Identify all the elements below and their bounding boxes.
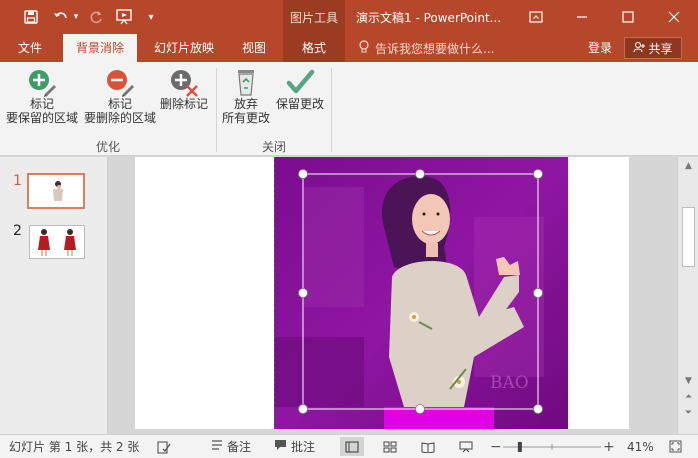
group-divider (331, 68, 332, 152)
tab-background-removal[interactable]: 背景消除 (63, 34, 137, 62)
spelling-check-icon[interactable] (157, 435, 171, 458)
discard-label-1: 放弃 (234, 97, 259, 111)
vertical-scrollbar[interactable]: ▲ ▼ ⏶ ⏷ (677, 157, 698, 434)
delete-mark-label: 删除标记 (160, 97, 209, 111)
ribbon-display-icon[interactable] (521, 4, 551, 30)
slide-sorter-view-icon[interactable] (378, 437, 402, 456)
mark-areas-to-remove-button[interactable]: 标记 要删除的区域 (84, 67, 156, 125)
resize-handle-left[interactable] (298, 288, 308, 298)
discard-all-changes-button[interactable]: 放弃 所有更改 (222, 67, 270, 125)
tell-me-box[interactable]: 告诉我您想要做什么... (358, 34, 494, 62)
plus-pencil-icon (29, 70, 56, 97)
keep-changes-label: 保留更改 (276, 97, 325, 111)
delete-mark-icon (171, 70, 198, 97)
save-icon[interactable] (20, 7, 42, 27)
document-title: 演示文稿1 - PowerPoint... (356, 11, 502, 25)
watermark-text: BAO (490, 373, 529, 393)
slide-thumbnail-1[interactable] (27, 173, 85, 209)
tell-me-text: 告诉我您想要做什么... (375, 41, 495, 56)
slide-thumbnail-pane: 1 2 (0, 157, 108, 434)
zoom-in-icon[interactable]: + (603, 435, 615, 458)
resize-handle-bottom-right[interactable] (533, 404, 543, 414)
slide-number-2: 2 (13, 223, 22, 239)
next-slide-icon[interactable]: ⏷ (682, 407, 695, 419)
tab-view[interactable]: 视图 (232, 34, 276, 62)
background-removal-photo[interactable]: BAO (274, 157, 568, 429)
scrollbar-thumb[interactable] (682, 207, 695, 267)
zoom-slider[interactable] (503, 435, 601, 458)
slide-1[interactable]: BAO (135, 157, 629, 429)
status-bar: 幻灯片 第 1 张，共 2 张 备注 批注 − + 41% (0, 434, 698, 458)
redo-icon (86, 7, 106, 27)
normal-view-icon[interactable] (340, 437, 364, 456)
mark-keep-label-2: 要保留的区域 (6, 111, 79, 125)
delete-mark-button[interactable]: 删除标记 (160, 67, 208, 111)
comments-button[interactable]: 批注 (274, 435, 315, 458)
slide-canvas: BAO (109, 157, 655, 434)
slide-count-indicator: 幻灯片 第 1 张，共 2 张 (9, 440, 140, 454)
previous-slide-icon[interactable]: ⏶ (682, 391, 695, 403)
context-group-label: 图片工具 (289, 11, 338, 25)
minus-pencil-icon (107, 70, 134, 97)
slide-number-1: 1 (13, 173, 22, 189)
login-link[interactable]: 登录 (588, 34, 612, 62)
resize-handle-bottom-left[interactable] (298, 404, 308, 414)
tab-format[interactable]: 格式 (283, 34, 345, 62)
mark-areas-to-keep-button[interactable]: 标记 要保留的区域 (6, 67, 78, 125)
fit-to-window-icon[interactable] (669, 435, 682, 458)
maximize-icon[interactable] (613, 4, 643, 30)
comment-icon (274, 439, 287, 454)
recycle-bin-icon (238, 70, 254, 96)
lightbulb-icon (358, 39, 370, 57)
minimize-icon[interactable] (567, 4, 597, 30)
zoom-out-icon[interactable]: − (490, 435, 502, 458)
undo-icon[interactable] (50, 7, 72, 27)
share-label: 共享 (648, 41, 673, 56)
customize-qat-icon[interactable]: ▾ (144, 7, 158, 27)
resize-handle-top[interactable] (415, 169, 425, 179)
image-boundary-dashed-line (274, 157, 275, 429)
powerpoint-window: ▾ ▾ 图片工具 演示文稿1 - PowerPoint... 文件 背景消除 幻… (0, 0, 698, 458)
ribbon: 标记 要保留的区域 标记 要删除的区域 删除标记 优化 放弃 所有更改 保留更改… (0, 62, 698, 156)
slideshow-from-start-icon[interactable] (113, 7, 135, 27)
discard-label-2: 所有更改 (222, 111, 271, 125)
keep-changes-button[interactable]: 保留更改 (276, 67, 324, 111)
scroll-up-icon[interactable]: ▲ (682, 160, 695, 172)
close-icon[interactable] (659, 4, 689, 30)
resize-handle-bottom[interactable] (415, 404, 425, 414)
checkmark-icon (286, 69, 315, 94)
share-button[interactable]: 共享 (624, 37, 682, 59)
notes-icon (211, 439, 223, 454)
ribbon-tab-row: 文件 背景消除 幻灯片放映 视图 格式 告诉我您想要做什么... 登录 共享 (0, 34, 698, 62)
resize-handle-right[interactable] (533, 288, 543, 298)
zoom-slider-knob[interactable] (517, 441, 522, 452)
scroll-down-icon[interactable]: ▼ (682, 375, 695, 387)
title-bar: ▾ ▾ 图片工具 演示文稿1 - PowerPoint... (0, 0, 698, 62)
tab-slideshow[interactable]: 幻灯片放映 (146, 34, 222, 62)
close-group-label: 关闭 (261, 140, 286, 154)
slideshow-view-icon[interactable] (454, 437, 478, 456)
tab-file[interactable]: 文件 (0, 34, 60, 62)
zoom-percentage[interactable]: 41% (627, 435, 654, 458)
reading-view-icon[interactable] (416, 437, 440, 456)
comments-label: 批注 (291, 440, 316, 454)
refine-group-label: 优化 (95, 140, 120, 154)
slide-thumbnail-2[interactable] (29, 225, 85, 259)
resize-handle-top-right[interactable] (533, 169, 543, 179)
mark-remove-label-1: 标记 (108, 97, 133, 111)
mark-remove-label-2: 要删除的区域 (84, 111, 157, 125)
notes-button[interactable]: 备注 (211, 435, 251, 458)
undo-dropdown-icon[interactable]: ▾ (71, 7, 81, 27)
resize-handle-top-left[interactable] (298, 169, 308, 179)
notes-label: 备注 (227, 440, 252, 454)
mark-keep-label-1: 标记 (30, 97, 55, 111)
user-share-icon (633, 41, 646, 56)
